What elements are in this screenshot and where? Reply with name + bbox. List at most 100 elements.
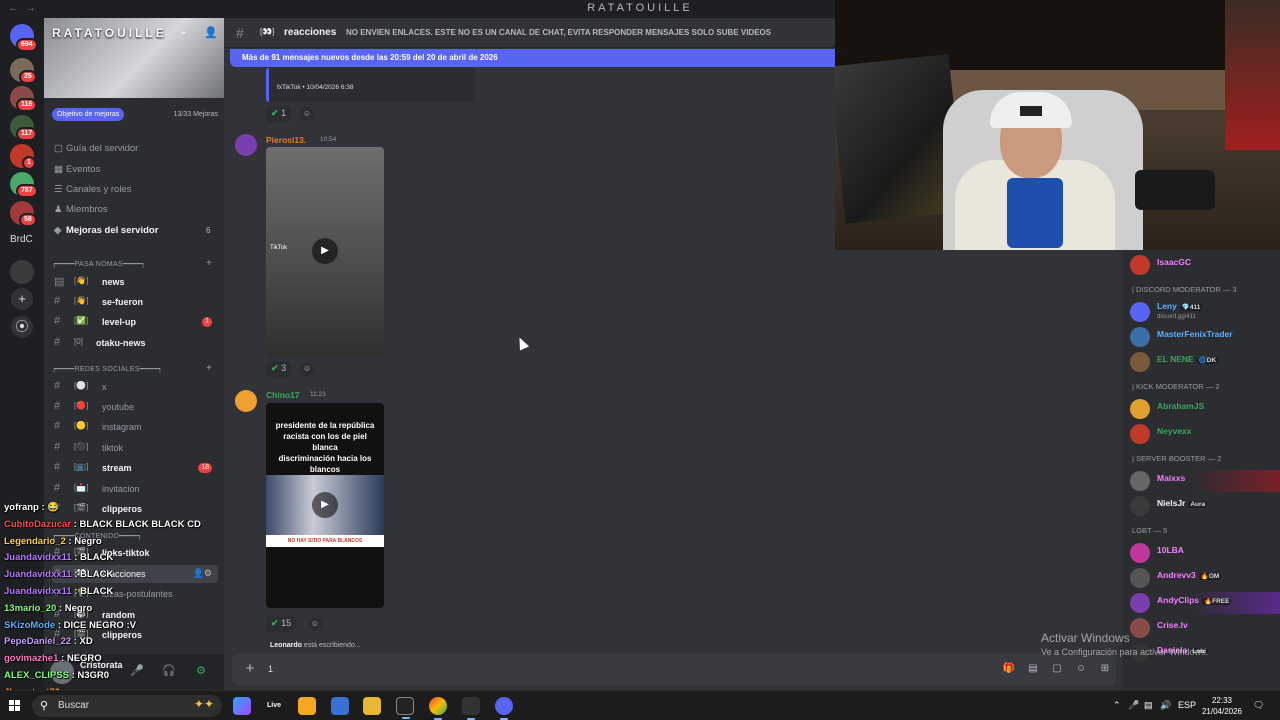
message-composer[interactable]: + 1 🎁 ▤ ▢ ☺ ⊞	[232, 654, 1116, 686]
menu-members[interactable]: ♟ Miembros	[54, 204, 108, 215]
member-item[interactable]: NielsJr Aura	[1130, 495, 1280, 517]
hash-icon: #	[54, 567, 61, 579]
embed-card[interactable]: fxTikTok • 10/04/2026 6:38	[266, 68, 474, 102]
explore-servers-icon[interactable]: ⦿	[11, 316, 33, 338]
channel-topic[interactable]: NO ENVIEN ENLACES. ESTE NO ES UN CANAL D…	[346, 28, 771, 37]
menu-server-guide[interactable]: ▢ Guía del servidor	[54, 143, 138, 154]
member-item[interactable]: Neyvexx	[1130, 423, 1280, 445]
category-redes-sociales[interactable]: ┍━━━━REDES SOCIALES━━━━┑	[52, 365, 162, 373]
add-server-icon[interactable]: +	[11, 288, 33, 310]
microphone-tray-icon[interactable]: 🎤	[1128, 700, 1139, 711]
channel-news[interactable]: ▤ [👋] news	[52, 273, 218, 291]
app-icon[interactable]	[462, 697, 480, 720]
member-item[interactable]: EL NENE 🌀DK	[1130, 351, 1280, 373]
video-attachment[interactable]: TikTok ▶	[266, 147, 384, 357]
avatar	[1130, 471, 1150, 491]
add-channel-icon[interactable]: +	[206, 258, 212, 269]
add-reaction-icon[interactable]: ☺	[300, 107, 314, 121]
keyboard-language[interactable]: ESP	[1178, 700, 1196, 710]
channel-stream[interactable]: # [📺] stream 18	[52, 459, 218, 477]
channel-settings-icons[interactable]: 👤⚙	[193, 568, 212, 579]
volume-icon[interactable]: 🔊	[1160, 700, 1171, 711]
channel-invitacion[interactable]: # [📩] invitacion	[52, 480, 218, 498]
headphones-icon[interactable]: 🎧	[162, 664, 176, 677]
member-item[interactable]: IsaacGC	[1130, 254, 1280, 276]
hash-icon: #	[54, 400, 61, 412]
discord-icon[interactable]	[495, 697, 513, 720]
gif-icon[interactable]: ▤	[1026, 662, 1040, 676]
play-icon[interactable]: ▶	[312, 492, 338, 518]
channel-instagram[interactable]: # [🟡] instagram	[52, 418, 218, 436]
channel-ideas-postulantes[interactable]: # [💡] ideas-postulantes	[52, 585, 218, 603]
apps-icon[interactable]: ⊞	[1098, 662, 1112, 676]
microphone-icon[interactable]: 🎤	[130, 664, 144, 677]
menu-events[interactable]: ▦ Eventos	[54, 164, 100, 175]
member-item[interactable]: Andrevv3 🔥OM	[1130, 567, 1280, 589]
channel-clipperos[interactable]: # [🎬] clipperos	[52, 500, 218, 518]
channel-random[interactable]: # [🎲] random	[52, 606, 218, 624]
member-item[interactable]: Leny 💎411 discord.gg/411	[1130, 301, 1280, 323]
live-app-icon[interactable]: Live	[265, 697, 283, 715]
channel-level-up[interactable]: # [✅] level-up 1	[52, 313, 218, 331]
windows-start-icon[interactable]	[9, 700, 21, 712]
add-channel-icon[interactable]: +	[206, 363, 212, 374]
new-messages-bar[interactable]: Más de 91 mensajes nuevos desde las 20:5…	[230, 49, 850, 67]
message-input[interactable]: 1	[268, 664, 273, 674]
member-item[interactable]: MasterFenixTrader	[1130, 326, 1280, 348]
server-banner[interactable]: RATATOUILLE ⌄ 👤	[44, 18, 224, 98]
gear-icon[interactable]: ⚙	[196, 664, 206, 677]
clock[interactable]: 22:33 21/04/2026	[1197, 695, 1247, 717]
server-folder-brdc[interactable]: BrdC	[10, 234, 33, 245]
gift-icon[interactable]: 🎁	[1002, 662, 1016, 676]
add-attachment-icon[interactable]: +	[242, 661, 258, 677]
member-item[interactable]: AndyClips 🔥FREE	[1130, 592, 1280, 614]
boost-count-badge: 6	[206, 226, 211, 235]
invite-people-icon[interactable]: 👤	[204, 26, 218, 39]
category-contenido[interactable]: ┍━━━━CONTENIDO━━━━┑	[52, 532, 142, 540]
video-attachment[interactable]: presidente de la república racista con l…	[266, 403, 384, 608]
add-reaction-icon[interactable]: ☺	[300, 362, 314, 376]
reaction-check[interactable]: ✔ 1	[266, 106, 292, 122]
member-item[interactable]: 10LBA	[1130, 542, 1280, 564]
server-icon-7[interactable]	[10, 260, 34, 284]
notepad-icon[interactable]	[331, 697, 349, 715]
menu-server-boosts[interactable]: ◆ Mejoras del servidor	[54, 225, 158, 236]
channel-reacciones[interactable]: # [👀] reacciones 👤⚙	[52, 565, 218, 583]
search-box[interactable]: ⚲ Buscar ✦✦	[32, 695, 222, 717]
chevron-down-icon[interactable]: ⌄	[179, 26, 187, 37]
channel-clipperos-2[interactable]: # [🎬] clipperos	[52, 626, 218, 644]
obs-icon[interactable]	[396, 697, 414, 719]
avatar[interactable]	[235, 134, 257, 156]
play-icon[interactable]: ▶	[312, 238, 338, 264]
user-name[interactable]: Cristorata	[80, 660, 123, 670]
channel-se-fueron[interactable]: # [👋] se-fueron	[52, 293, 218, 311]
emoji-icon[interactable]: ☺	[1074, 662, 1088, 676]
add-reaction-icon[interactable]: ☺	[308, 617, 322, 631]
file-explorer-icon[interactable]	[363, 697, 381, 715]
chrome-icon[interactable]	[429, 697, 447, 720]
member-item[interactable]: Maixxs	[1130, 470, 1280, 492]
server-name[interactable]: RATATOUILLE	[52, 26, 167, 40]
avatar[interactable]	[50, 660, 74, 684]
network-icon[interactable]: ▤	[1144, 700, 1153, 711]
tray-chevron-icon[interactable]: ⌃	[1113, 700, 1121, 711]
notifications-icon[interactable]: 🗨	[1253, 700, 1264, 711]
channel-tiktok[interactable]: # [⚫] tiktok	[52, 439, 218, 457]
member-tag: 🔥OM	[1198, 573, 1222, 580]
menu-channels-roles[interactable]: ☰ Canales y roles	[54, 184, 131, 195]
copilot-icon[interactable]	[233, 697, 251, 715]
reaction-check[interactable]: ✔ 15	[266, 616, 297, 632]
boost-goal-bar[interactable]: Objetivo de mejoras 13/33 Mejoras	[52, 108, 218, 122]
channel-x[interactable]: # [⚪] x	[52, 378, 218, 396]
sticker-icon[interactable]: ▢	[1050, 662, 1064, 676]
brave-icon[interactable]	[298, 697, 316, 715]
message-author[interactable]: Pierosl13.	[266, 135, 306, 145]
member-item[interactable]: AbrahamJS	[1130, 398, 1280, 420]
message-author[interactable]: Chino17	[266, 390, 300, 400]
channel-links-tiktok[interactable]: # [🎬] links-tiktok	[52, 544, 218, 562]
reaction-check[interactable]: ✔ 3	[266, 361, 292, 377]
channel-youtube[interactable]: # [🔴] youtube	[52, 398, 218, 416]
avatar[interactable]	[235, 390, 257, 412]
channel-otaku-news[interactable]: # [0] otaku-news	[52, 334, 218, 352]
category-pasa-nomas[interactable]: ┍━━━━PASA NOMAS━━━━┑	[52, 260, 146, 268]
